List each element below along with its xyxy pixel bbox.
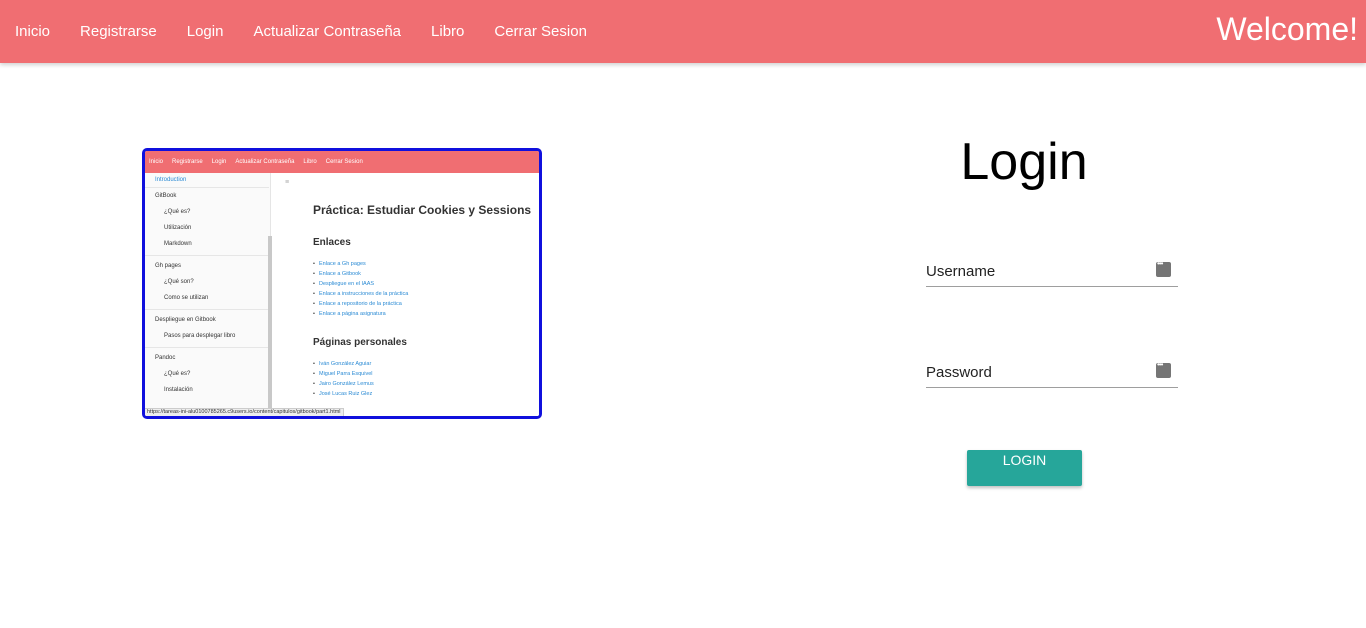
preview-sidebar: Introduction GitBook ¿Qué es? Utilizació… [145, 173, 271, 416]
nav-link-cerrar-sesion[interactable]: Cerrar Sesion [479, 23, 602, 40]
password-manager-icon[interactable] [1156, 360, 1171, 378]
preview-section-title: Enlaces [313, 237, 351, 248]
preview-menu-icon: ≡ [285, 179, 290, 186]
password-field-wrapper [926, 357, 1178, 388]
preview-sidebar-item: ¿Qué es? [164, 371, 191, 377]
preview-status-url: https://tareas-ini-alu0100785265.c9users… [145, 408, 344, 416]
preview-link: Enlace a instrucciones de la práctica [313, 291, 408, 297]
preview-divider [145, 187, 269, 188]
password-input[interactable] [926, 357, 1146, 387]
preview-divider [145, 309, 269, 310]
login-title: Login [960, 133, 1088, 191]
password-manager-icon[interactable] [1156, 259, 1171, 277]
preview-link: Enlace a Gitbook [313, 271, 361, 277]
preview-sidebar-item: ¿Qué es? [164, 209, 191, 215]
nav-link-registrarse[interactable]: Registrarse [65, 23, 172, 40]
preview-sidebar-item: Despliegue en Gitbook [155, 317, 216, 323]
preview-sidebar-item: Pasos para desplegar libro [164, 333, 236, 339]
username-input[interactable] [926, 256, 1146, 286]
preview-sidebar-item: Markdown [164, 241, 192, 247]
preview-divider [145, 255, 269, 256]
login-button[interactable]: LOGIN [967, 450, 1082, 486]
preview-divider [145, 347, 269, 348]
preview-sidebar-item: Introduction [155, 177, 187, 183]
preview-sidebar-item: Como se utilizan [164, 295, 209, 301]
preview-nav-link: Libro [303, 159, 317, 165]
preview-sidebar-item: Instalación [164, 387, 193, 393]
preview-section-title: Páginas personales [313, 337, 407, 348]
preview-person-link: José Lucas Ruiz Glez [313, 391, 372, 397]
preview-content: ≡ Práctica: Estudiar Cookies y Sessions … [275, 173, 539, 416]
brand-welcome[interactable]: Welcome! [1216, 11, 1358, 48]
preview-link: Enlace a Gh pages [313, 261, 366, 267]
preview-nav-link: Inicio [149, 159, 164, 165]
preview-nav-link: Cerrar Sesion [325, 159, 363, 165]
preview-sidebar-item: Gh pages [155, 263, 182, 269]
preview-person-link: Iván González Aguiar [313, 361, 371, 367]
preview-person-link: Jairo González Lemus [313, 381, 374, 387]
preview-sidebar-item: ¿Qué son? [164, 279, 194, 285]
preview-navbar: Inicio Registrarse Login Actualizar Cont… [145, 151, 539, 173]
preview-heading: Práctica: Estudiar Cookies y Sessions [313, 203, 532, 217]
nav-link-inicio[interactable]: Inicio [0, 23, 65, 40]
nav-links: Inicio Registrarse Login Actualizar Cont… [0, 0, 602, 63]
username-field-wrapper [926, 256, 1178, 287]
book-preview-image: Inicio Registrarse Login Actualizar Cont… [142, 148, 542, 419]
nav-link-libro[interactable]: Libro [416, 23, 479, 40]
preview-link: Enlace a repositorio de la práctica [313, 301, 402, 307]
preview-nav-link: Registrarse [172, 159, 203, 165]
preview-nav-link: Actualizar Contraseña [235, 159, 295, 165]
preview-person-link: Miguel Parra Esquivel [313, 371, 372, 377]
preview-link: Despliegue en el IAAS [313, 281, 374, 287]
preview-scrollbar [268, 236, 272, 416]
preview-nav-link: Login [211, 159, 227, 165]
preview-sidebar-item: GitBook [155, 193, 177, 199]
top-navbar: Inicio Registrarse Login Actualizar Cont… [0, 0, 1366, 63]
preview-link: Enlace a página asignatura [313, 311, 386, 317]
nav-link-login[interactable]: Login [172, 23, 239, 40]
preview-sidebar-item: Pandoc [155, 355, 176, 361]
nav-link-actualizar-contrasena[interactable]: Actualizar Contraseña [238, 23, 416, 40]
preview-sidebar-item: Utilización [164, 225, 192, 231]
